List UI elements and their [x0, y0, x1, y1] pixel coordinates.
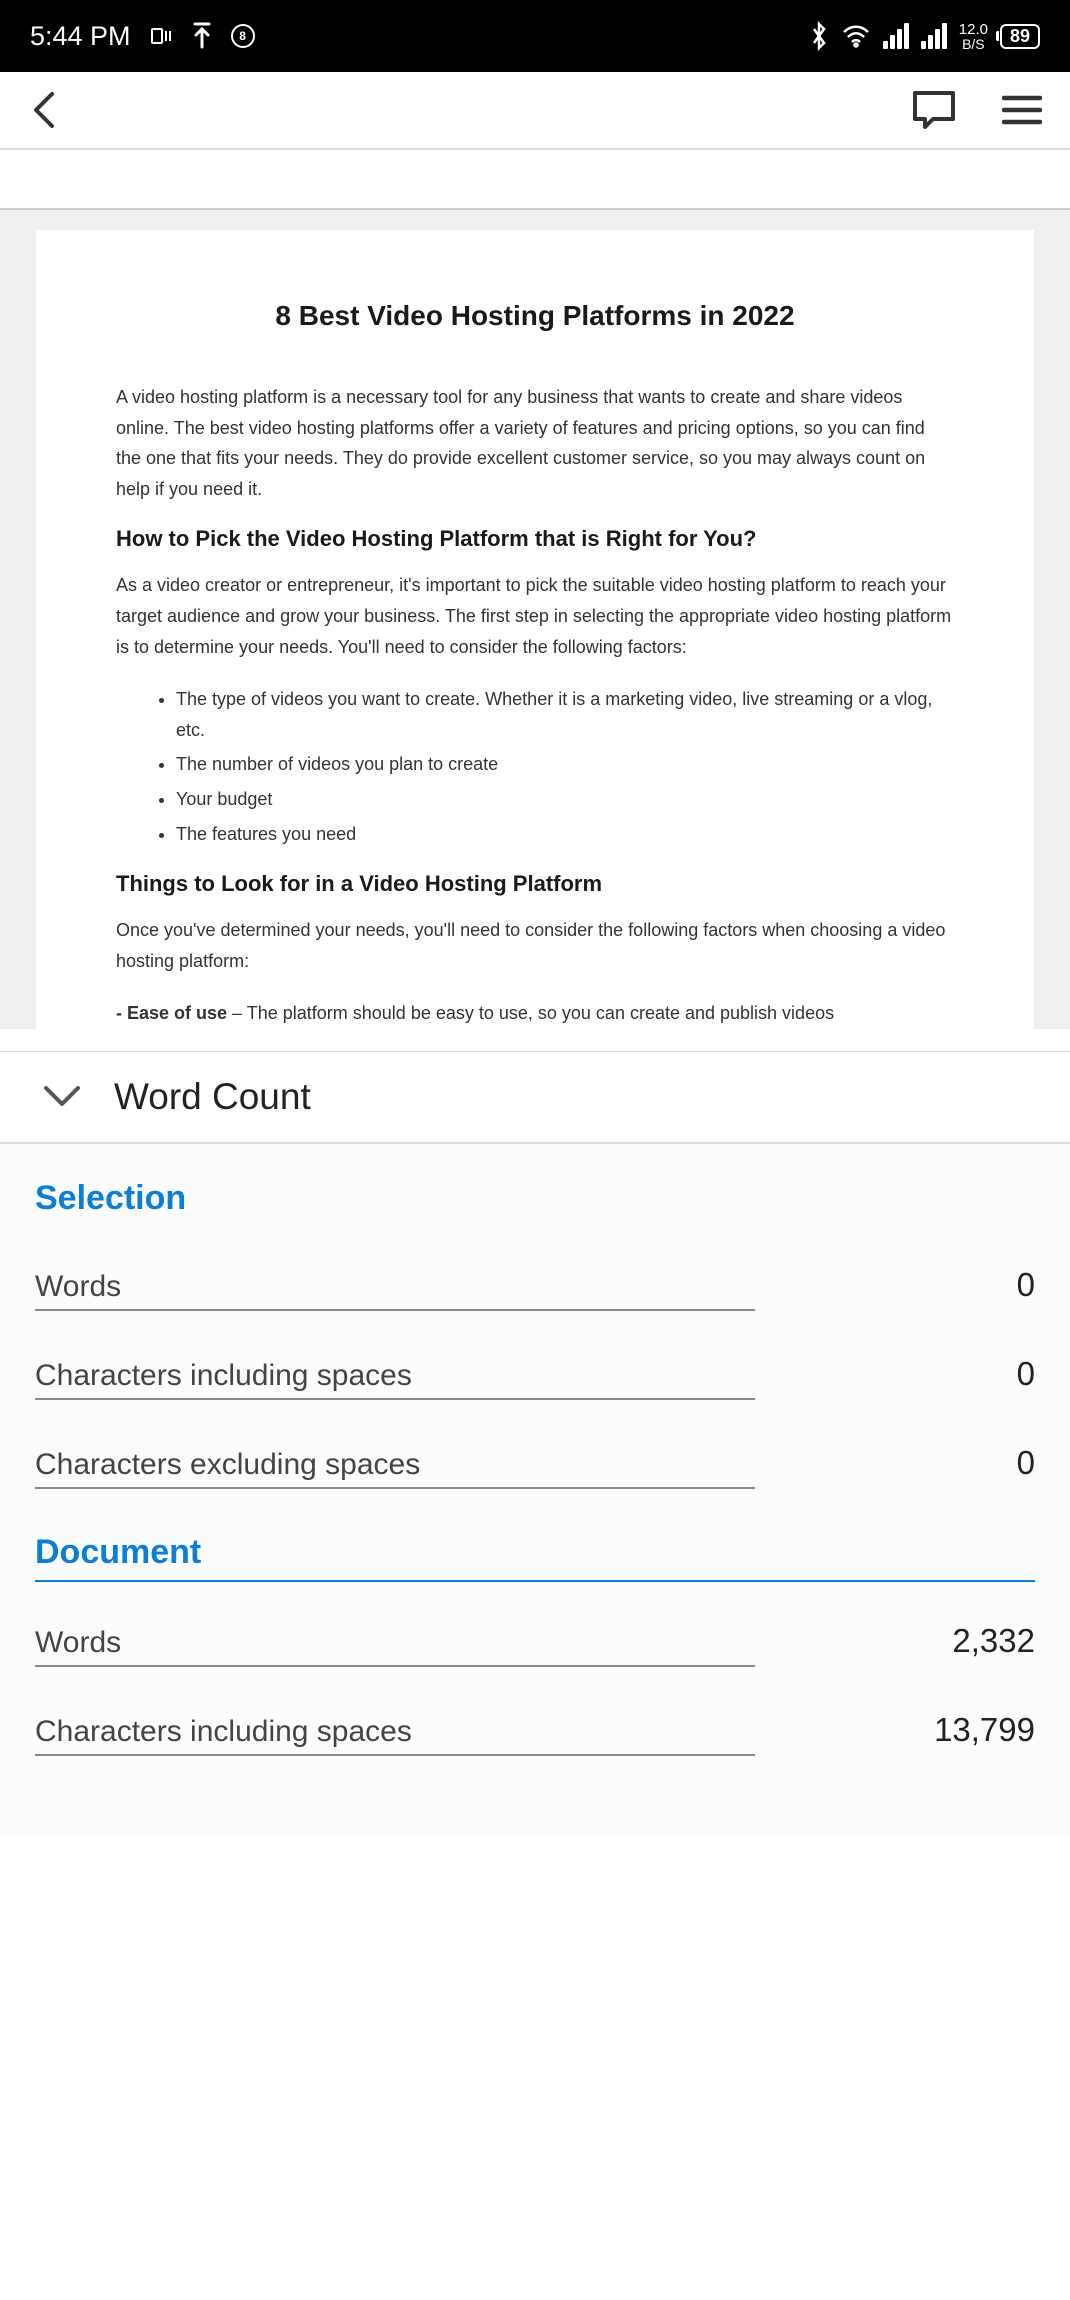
stat-label: Words [35, 1626, 755, 1667]
doc-section1-heading: How to Pick the Video Hosting Platform t… [116, 526, 954, 552]
doc-section2-para: Once you've determined your needs, you'l… [116, 915, 954, 976]
list-item: The type of videos you want to create. W… [176, 684, 954, 745]
panel-header[interactable]: Word Count [0, 1052, 1070, 1144]
stat-label: Characters excluding spaces [35, 1448, 755, 1489]
ease-label: - Ease of use [116, 1003, 227, 1023]
panel-body: Selection Words 0 Characters including s… [0, 1144, 1070, 1835]
doc-title: 8 Best Video Hosting Platforms in 2022 [116, 300, 954, 332]
signal-icon-2 [921, 23, 947, 49]
status-bar: 5:44 PM 8 12.0 B/S 89 [0, 0, 1070, 72]
status-time: 5:44 PM [30, 21, 131, 52]
doc-section1-para: As a video creator or entrepreneur, it's… [116, 570, 954, 662]
network-speed: 12.0 B/S [959, 22, 988, 51]
menu-icon[interactable] [1002, 94, 1042, 126]
comment-icon[interactable] [911, 89, 957, 131]
list-item: The features you need [176, 819, 954, 850]
back-button[interactable] [28, 88, 64, 132]
chevron-down-icon[interactable] [40, 1082, 84, 1112]
stat-value: 13,799 [934, 1711, 1035, 1749]
stat-row-doc-chars-incl: Characters including spaces 13,799 [35, 1711, 1035, 1756]
stat-label: Characters including spaces [35, 1359, 755, 1400]
doc-factors-list: The type of videos you want to create. W… [116, 684, 954, 849]
stat-row-sel-chars-incl: Characters including spaces 0 [35, 1355, 1035, 1400]
stat-value: 0 [1017, 1444, 1035, 1482]
header-actions [911, 89, 1042, 131]
document-page[interactable]: 8 Best Video Hosting Platforms in 2022 A… [36, 230, 1034, 1029]
stat-row-sel-chars-excl: Characters excluding spaces 0 [35, 1444, 1035, 1489]
wifi-icon [841, 24, 871, 48]
upload-icon [191, 22, 213, 50]
stat-label: Words [35, 1270, 755, 1311]
stat-label: Characters including spaces [35, 1715, 755, 1756]
signal-icon-1 [883, 23, 909, 49]
speed-unit: B/S [962, 37, 985, 51]
notification-badge: 8 [231, 24, 255, 48]
document-heading: Document [35, 1533, 1035, 1582]
panel-title: Word Count [114, 1076, 311, 1118]
ease-text: – The platform should be easy to use, so… [227, 1003, 834, 1023]
doc-intro: A video hosting platform is a necessary … [116, 382, 954, 504]
selection-heading: Selection [35, 1179, 1035, 1226]
list-item: The number of videos you plan to create [176, 749, 954, 780]
toolbar-spacer [0, 150, 1070, 210]
stat-value: 0 [1017, 1355, 1035, 1393]
stat-value: 0 [1017, 1266, 1035, 1304]
status-left: 5:44 PM 8 [30, 21, 255, 52]
bluetooth-icon [809, 21, 829, 51]
doc-section2-heading: Things to Look for in a Video Hosting Pl… [116, 871, 954, 897]
list-item: Your budget [176, 784, 954, 815]
stat-row-doc-words: Words 2,332 [35, 1622, 1035, 1667]
stat-value: 2,332 [952, 1622, 1035, 1660]
doc-ease-line: - Ease of use – The platform should be e… [116, 998, 954, 1029]
document-viewport[interactable]: 8 Best Video Hosting Platforms in 2022 A… [0, 210, 1070, 1029]
stat-row-sel-words: Words 0 [35, 1266, 1035, 1311]
status-right: 12.0 B/S 89 [809, 21, 1040, 51]
word-count-panel: Word Count Selection Words 0 Characters … [0, 1051, 1070, 1835]
app-header [0, 72, 1070, 150]
battery-indicator: 89 [1000, 24, 1040, 49]
app-switch-icon [149, 24, 173, 48]
speed-value: 12.0 [959, 22, 988, 37]
